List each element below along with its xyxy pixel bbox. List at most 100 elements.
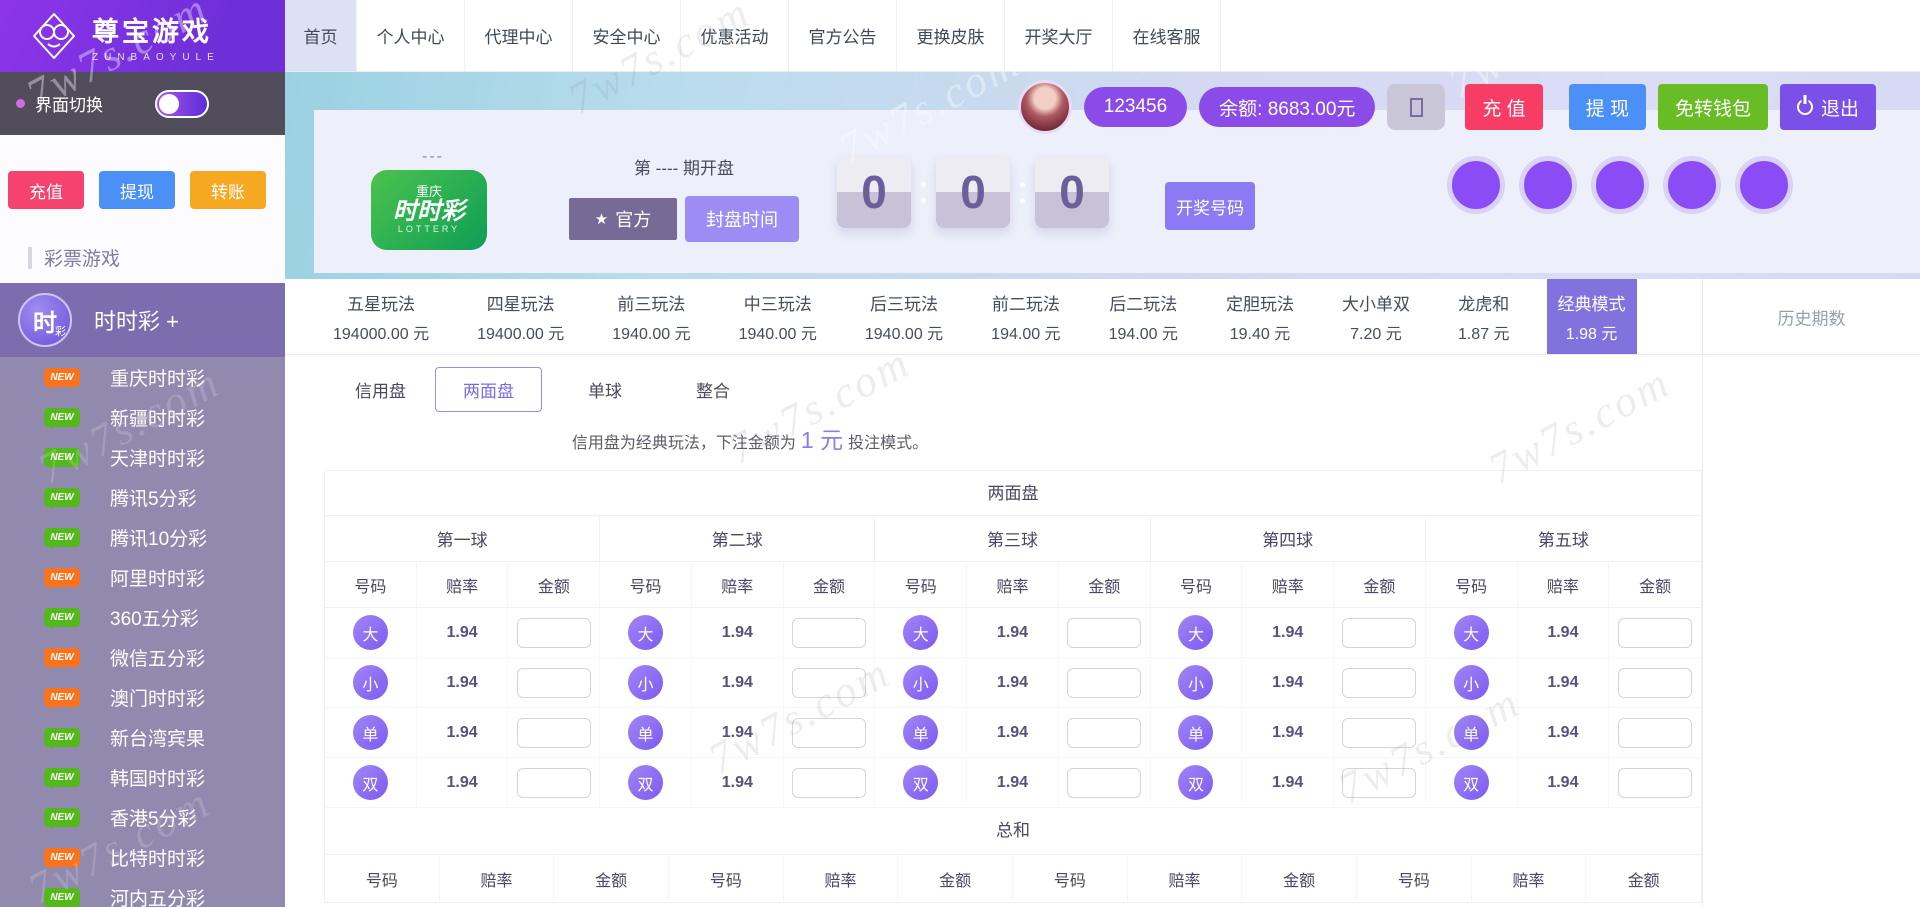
sidebar-game-item[interactable]: NEW阿里时时彩 — [0, 557, 285, 597]
bet-rows: 大1.94大1.94大1.94大1.94大1.94小1.94小1.94小1.94… — [325, 608, 1701, 808]
sidebar-game-item[interactable]: NEW河内五分彩 — [0, 877, 285, 907]
bet-option-单[interactable]: 单 — [903, 715, 938, 750]
bet-amount-input[interactable] — [1342, 668, 1416, 698]
odds-cell: 1.94 — [1242, 758, 1334, 807]
play-tab-8[interactable]: 大小单双7.20 元 — [1331, 279, 1421, 354]
bet-amount-input[interactable] — [1067, 768, 1141, 798]
sub-tab-1[interactable]: 两面盘 — [435, 367, 542, 412]
bet-amount-input[interactable] — [1342, 618, 1416, 648]
sidebar-quick-0[interactable]: 充值 — [8, 171, 84, 209]
number-cell: 单 — [875, 708, 967, 757]
avatar[interactable] — [1018, 80, 1072, 134]
sidebar-game-item[interactable]: NEW韩国时时彩 — [0, 757, 285, 797]
sidebar-game-item[interactable]: NEW澳门时时彩 — [0, 677, 285, 717]
official-button[interactable]: ★ 官方 — [569, 198, 677, 240]
free-wallet-button[interactable]: 免转钱包 — [1658, 84, 1768, 130]
bet-amount-input[interactable] — [1067, 718, 1141, 748]
bet-amount-input[interactable] — [1342, 718, 1416, 748]
history-issues-link[interactable]: 历史期数 — [1778, 304, 1846, 329]
sidebar-game-item[interactable]: NEW新疆时时彩 — [0, 397, 285, 437]
bet-amount-input[interactable] — [792, 668, 866, 698]
bet-amount-input[interactable] — [792, 768, 866, 798]
bet-amount-input[interactable] — [792, 618, 866, 648]
bet-amount-input[interactable] — [1067, 668, 1141, 698]
sidebar-quick-1[interactable]: 提现 — [99, 171, 175, 209]
sub-tab-3[interactable]: 整合 — [690, 368, 736, 411]
bet-option-双[interactable]: 双 — [353, 765, 388, 800]
sidebar-game-item[interactable]: NEW360五分彩 — [0, 597, 285, 637]
sidebar-game-item[interactable]: NEW天津时时彩 — [0, 437, 285, 477]
bet-amount-input[interactable] — [517, 768, 591, 798]
odds-cell: 1.94 — [692, 608, 784, 657]
bet-amount-input[interactable] — [517, 668, 591, 698]
bet-option-双[interactable]: 双 — [903, 765, 938, 800]
play-tab-7[interactable]: 定胆玩法19.40 元 — [1215, 279, 1305, 354]
bet-option-单[interactable]: 单 — [1178, 715, 1213, 750]
withdraw-button[interactable]: 提 现 — [1569, 84, 1646, 130]
bet-amount-input[interactable] — [1618, 618, 1692, 648]
bet-option-双[interactable]: 双 — [1454, 765, 1489, 800]
bet-option-单[interactable]: 单 — [1454, 715, 1489, 750]
play-tab-10[interactable]: 经典模式1.98 元 — [1547, 279, 1637, 354]
bet-option-小[interactable]: 小 — [1454, 665, 1489, 700]
bet-amount-input[interactable] — [1067, 618, 1141, 648]
sidebar-game-item[interactable]: NEW新台湾宾果 — [0, 717, 285, 757]
bet-option-单[interactable]: 单 — [628, 715, 663, 750]
bet-amount-input[interactable] — [1618, 718, 1692, 748]
bet-option-大[interactable]: 大 — [1454, 615, 1489, 650]
sidebar-game-item[interactable]: NEW腾讯5分彩 — [0, 477, 285, 517]
play-tab-0[interactable]: 五星玩法194000.00 元 — [322, 279, 440, 354]
draw-numbers-button[interactable]: 开奖号码 — [1165, 182, 1255, 230]
bet-amount-input[interactable] — [517, 618, 591, 648]
logout-button[interactable]: 退出 — [1780, 84, 1876, 130]
play-tab-6[interactable]: 后二玩法194.00 元 — [1098, 279, 1189, 354]
ui-switch-toggle[interactable] — [155, 90, 209, 118]
bet-amount-input[interactable] — [517, 718, 591, 748]
bet-option-大[interactable]: 大 — [1178, 615, 1213, 650]
draw-ball-3 — [1663, 156, 1721, 214]
bet-option-大[interactable]: 大 — [628, 615, 663, 650]
bet-option-双[interactable]: 双 — [1178, 765, 1213, 800]
amount-cell — [784, 758, 876, 807]
play-tab-3[interactable]: 中三玩法1940.00 元 — [728, 279, 828, 354]
nav-tab-2[interactable]: 代理中心 — [465, 0, 573, 71]
play-tab-1[interactable]: 四星玩法19400.00 元 — [466, 279, 575, 354]
bet-amount-input[interactable] — [792, 718, 866, 748]
sidebar-game-item[interactable]: NEW重庆时时彩 — [0, 357, 285, 397]
sidebar-game-item[interactable]: NEW香港5分彩 — [0, 797, 285, 837]
bet-option-单[interactable]: 单 — [353, 715, 388, 750]
bet-option-大[interactable]: 大 — [903, 615, 938, 650]
bet-option-小[interactable]: 小 — [353, 665, 388, 700]
bet-option-大[interactable]: 大 — [353, 615, 388, 650]
sub-tab-0[interactable]: 信用盘 — [349, 368, 412, 411]
nav-tab-4[interactable]: 优惠活动 — [681, 0, 789, 71]
play-tab-5[interactable]: 前二玩法194.00 元 — [980, 279, 1071, 354]
play-tab-2[interactable]: 前三玩法1940.00 元 — [601, 279, 701, 354]
nav-tab-0[interactable]: 首页 — [285, 0, 357, 71]
sidebar-game-item[interactable]: NEW微信五分彩 — [0, 637, 285, 677]
ssc-icon-char: 时 — [33, 303, 57, 338]
nav-tab-1[interactable]: 个人中心 — [357, 0, 465, 71]
nav-tab-8[interactable]: 在线客服 — [1113, 0, 1221, 71]
nav-tab-5[interactable]: 官方公告 — [789, 0, 897, 71]
bet-amount-input[interactable] — [1618, 668, 1692, 698]
sub-tab-2[interactable]: 单球 — [582, 368, 628, 411]
bet-amount-input[interactable] — [1342, 768, 1416, 798]
sidebar-game-item[interactable]: NEW比特时时彩 — [0, 837, 285, 877]
bet-option-小[interactable]: 小 — [1178, 665, 1213, 700]
nav-tab-6[interactable]: 更换皮肤 — [897, 0, 1005, 71]
close-time-button[interactable]: 封盘时间 — [685, 196, 799, 242]
refresh-balance-button[interactable] — [1387, 84, 1445, 130]
bet-option-小[interactable]: 小 — [903, 665, 938, 700]
bet-option-小[interactable]: 小 — [628, 665, 663, 700]
nav-tab-7[interactable]: 开奖大厅 — [1005, 0, 1113, 71]
nav-tab-3[interactable]: 安全中心 — [573, 0, 681, 71]
play-tab-9[interactable]: 龙虎和1.87 元 — [1447, 279, 1521, 354]
sidebar-game-item[interactable]: NEW腾讯10分彩 — [0, 517, 285, 557]
bet-amount-input[interactable] — [1618, 768, 1692, 798]
sidebar-quick-2[interactable]: 转账 — [190, 171, 266, 209]
play-tab-4[interactable]: 后三玩法1940.00 元 — [854, 279, 954, 354]
bet-option-双[interactable]: 双 — [628, 765, 663, 800]
category-ssc[interactable]: 时 彩 时时彩 + — [0, 283, 285, 357]
recharge-button[interactable]: 充 值 — [1465, 84, 1542, 130]
